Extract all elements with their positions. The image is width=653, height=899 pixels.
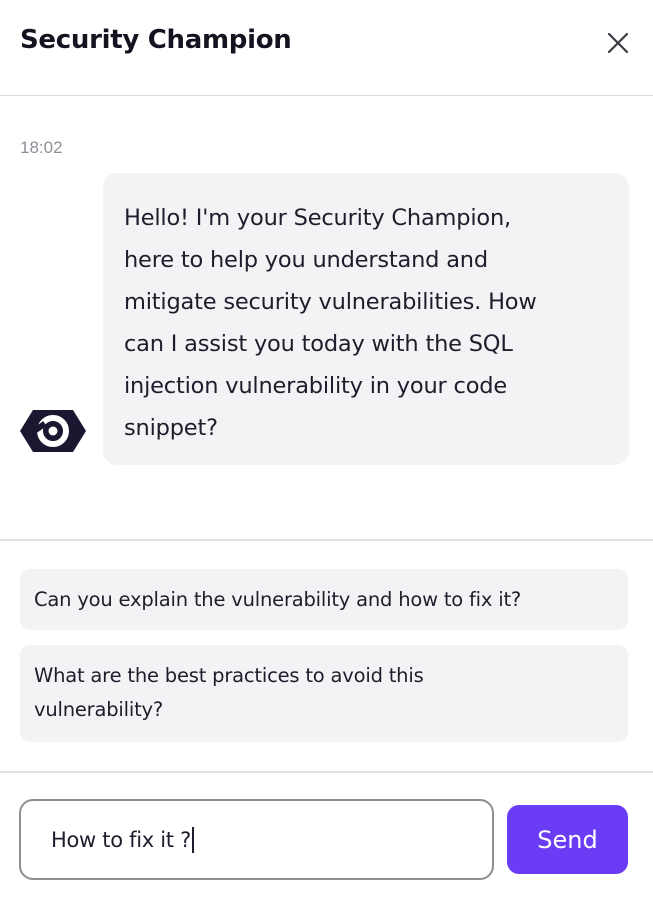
chat-header: Security Champion <box>0 0 653 96</box>
assistant-message-text: Hello! I'm your Security Champion, here … <box>124 197 609 449</box>
suggestion-line: vulnerability? <box>34 698 164 721</box>
message-line: injection vulnerability in your code <box>124 373 507 399</box>
suggestion-explain-vulnerability[interactable]: Can you explain the vulnerability and ho… <box>20 569 628 630</box>
close-button[interactable] <box>601 26 635 60</box>
message-line: mitigate security vulnerabilities. How <box>124 289 537 315</box>
panel-title: Security Champion <box>20 25 292 55</box>
assistant-avatar <box>20 406 86 456</box>
suggestion-best-practices[interactable]: What are the best practices to avoid thi… <box>20 645 628 742</box>
message-line: snippet? <box>124 415 218 441</box>
divider <box>0 771 653 773</box>
shield-logo-icon <box>20 410 86 452</box>
suggestion-line: What are the best practices to avoid thi… <box>34 664 424 687</box>
text-caret <box>191 826 194 853</box>
send-button[interactable]: Send <box>507 805 628 874</box>
message-line: here to help you understand and <box>124 247 488 273</box>
close-icon <box>607 32 629 54</box>
divider <box>0 539 653 541</box>
message-input[interactable]: How to fix it ? <box>19 799 494 880</box>
message-line: can I assist you today with the SQL <box>124 331 513 357</box>
chat-history[interactable]: 18:02 Hello! I'm your Security Champion,… <box>0 96 653 540</box>
message-line: Hello! I'm your Security Champion, <box>124 205 511 231</box>
message-timestamp: 18:02 <box>20 138 63 157</box>
suggestion-line: Can you explain the vulnerability and ho… <box>34 588 522 611</box>
message-input-value: How to fix it ? <box>51 827 191 852</box>
assistant-message: Hello! I'm your Security Champion, here … <box>103 173 629 465</box>
